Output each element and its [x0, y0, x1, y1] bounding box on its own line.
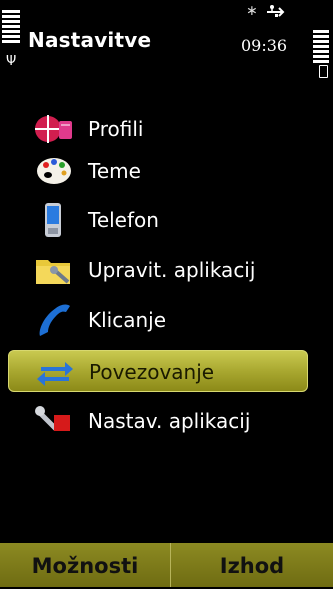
app-manager-folder-icon — [34, 252, 74, 288]
menu-item-calling[interactable]: Klicanje — [8, 299, 308, 341]
menu-item-label: Klicanje — [88, 308, 167, 332]
menu-item-label: Telefon — [88, 208, 159, 232]
status-bar: Ψ Nastavitve ∗ 09:36 — [0, 0, 333, 78]
options-softkey[interactable]: Možnosti — [0, 543, 170, 587]
connectivity-arrows-icon — [35, 354, 75, 390]
profiles-icon — [34, 111, 74, 147]
exit-softkey[interactable]: Izhod — [171, 543, 333, 587]
menu-item-app-settings[interactable]: Nastav. aplikacij — [8, 400, 308, 442]
menu-item-phone[interactable]: Telefon — [8, 199, 308, 241]
menu-item-themes[interactable]: Teme — [8, 150, 308, 192]
antenna-icon: Ψ — [6, 54, 17, 69]
menu-item-connectivity[interactable]: Povezovanje — [8, 350, 308, 392]
menu-item-label: Profili — [88, 117, 144, 141]
softkey-bar: Možnosti Izhod — [0, 543, 333, 587]
battery-icon — [319, 65, 328, 78]
themes-palette-icon — [34, 153, 74, 189]
menu-item-label: Nastav. aplikacij — [88, 409, 251, 433]
call-handset-icon — [34, 302, 74, 338]
menu-item-label: Povezovanje — [89, 360, 215, 384]
page-title: Nastavitve — [28, 28, 152, 52]
usb-icon — [265, 3, 287, 22]
battery-level-icon — [313, 30, 329, 65]
signal-strength-icon — [2, 10, 20, 45]
menu-item-app-manager[interactable]: Upravit. aplikacij — [8, 249, 308, 291]
menu-item-profiles[interactable]: Profili — [8, 108, 308, 150]
clock: 09:36 — [241, 36, 288, 55]
menu-item-label: Teme — [88, 159, 141, 183]
phone-icon — [34, 202, 74, 238]
bluetooth-icon: ∗ — [246, 3, 258, 19]
app-settings-tools-icon — [34, 403, 74, 439]
menu-item-label: Upravit. aplikacij — [88, 258, 256, 282]
